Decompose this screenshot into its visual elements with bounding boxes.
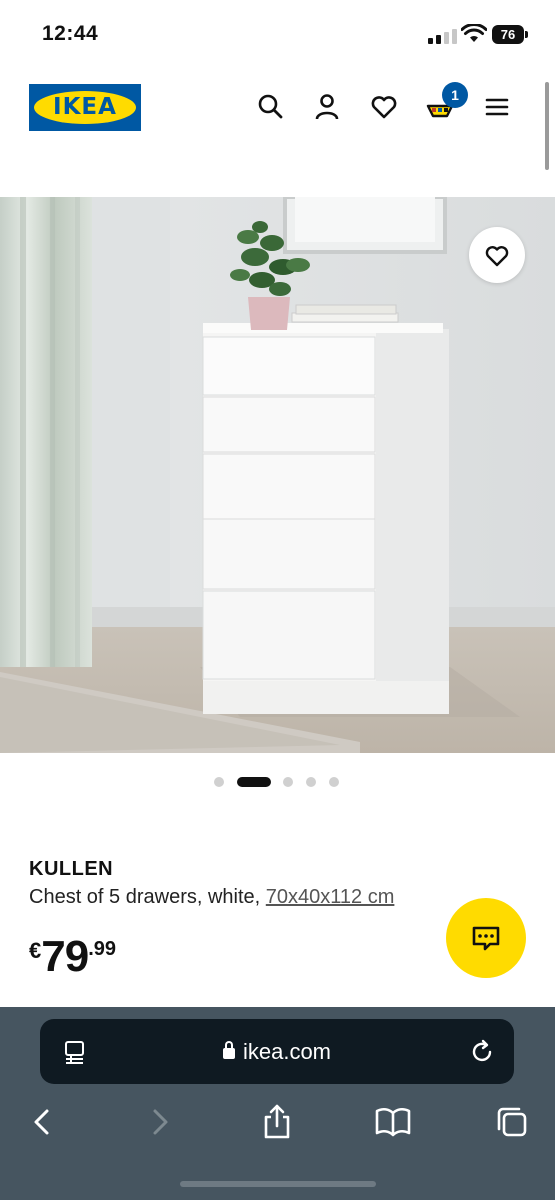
price-decimals: .99 (88, 938, 117, 960)
page-scrollbar[interactable] (545, 82, 549, 170)
site-header: IKEA 1 (0, 70, 555, 170)
account-icon[interactable] (312, 92, 342, 122)
share-icon[interactable] (257, 1102, 297, 1142)
product-description: Chest of 5 drawers, white, 70x40x112 cm (29, 886, 394, 909)
carousel-dot[interactable] (214, 777, 224, 787)
url-text: ikea.com (242, 1039, 332, 1064)
save-favourite-button[interactable] (469, 227, 525, 283)
chat-icon (472, 926, 500, 951)
heart-icon (485, 246, 509, 267)
carousel-dot[interactable] (283, 777, 293, 787)
cart-count-badge: 1 (442, 82, 468, 108)
url-display[interactable]: ikea.com (40, 1019, 514, 1084)
search-icon[interactable] (256, 92, 286, 122)
price-currency: € (29, 938, 42, 963)
battery-indicator: 76 (492, 25, 528, 44)
address-bar[interactable]: ikea.com (40, 1019, 514, 1084)
forward-icon[interactable] (140, 1102, 180, 1142)
carousel-dot[interactable] (306, 777, 316, 787)
reload-icon[interactable] (470, 1039, 496, 1065)
carousel-dot-active[interactable] (237, 777, 271, 787)
product-dimensions-link[interactable]: 70x40x112 cm (266, 886, 395, 908)
lock-icon (222, 1041, 235, 1059)
back-icon[interactable] (22, 1102, 62, 1142)
product-price: €79.99 (29, 932, 116, 982)
bookmarks-icon[interactable] (373, 1102, 413, 1142)
tabs-icon[interactable] (492, 1102, 532, 1142)
carousel-dot[interactable] (329, 777, 339, 787)
chat-button[interactable] (446, 898, 526, 978)
ikea-logo[interactable]: IKEA (29, 84, 141, 131)
heart-icon[interactable] (369, 92, 399, 122)
home-indicator (180, 1181, 376, 1187)
cellular-signal-icon (428, 28, 458, 44)
status-time: 12:44 (42, 22, 99, 45)
price-integer: 79 (41, 932, 89, 981)
image-carousel-indicator (214, 775, 344, 789)
wifi-icon (461, 24, 487, 42)
logo-text: IKEA (53, 94, 117, 120)
menu-icon[interactable] (482, 92, 512, 122)
product-description-text: Chest of 5 drawers, white, (29, 886, 266, 908)
product-name: KULLEN (29, 858, 114, 880)
status-bar: 12:44 76 (0, 0, 555, 70)
browser-toolbar: ikea.com (0, 1007, 555, 1200)
